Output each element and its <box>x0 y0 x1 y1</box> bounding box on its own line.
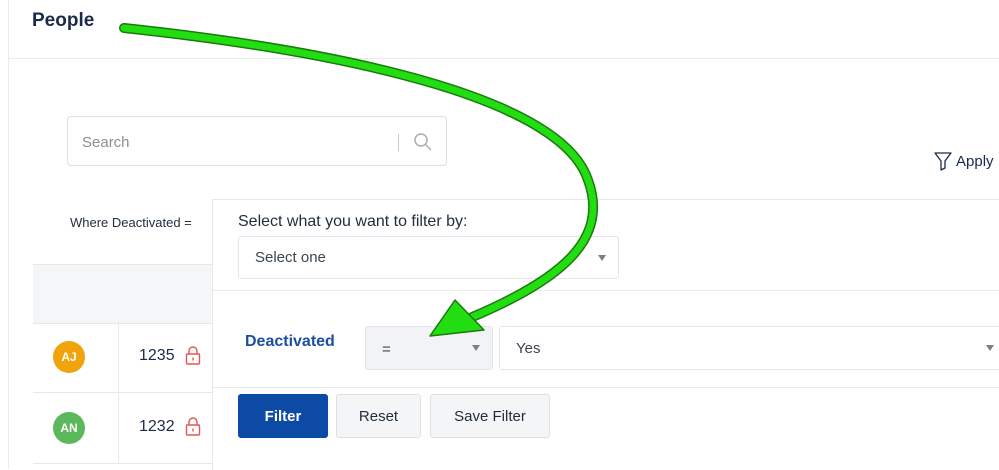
search-input[interactable] <box>82 130 382 154</box>
apply-label: Apply <box>956 152 994 170</box>
person-id: 1232 <box>139 418 175 435</box>
filter-prompt: Select what you want to filter by: <box>238 213 468 230</box>
operator-value: = <box>382 341 391 358</box>
table-header <box>33 264 213 324</box>
person-id: 1235 <box>139 347 175 364</box>
value-select[interactable]: Yes <box>499 326 999 370</box>
column-divider <box>118 393 119 463</box>
column-divider <box>118 322 119 392</box>
page-title: People <box>32 10 95 31</box>
header-divider <box>8 58 999 59</box>
filter-panel: Select what you want to filter by: Selec… <box>212 199 999 470</box>
value-select-value: Yes <box>516 340 541 357</box>
filter-panel-divider <box>213 290 999 291</box>
filter-button[interactable]: Filter <box>238 394 328 438</box>
avatar: AN <box>53 412 85 444</box>
save-filter-button[interactable]: Save Filter <box>430 394 550 438</box>
table-row[interactable]: AJ 1235 <box>33 322 213 393</box>
filter-field-label: Deactivated <box>245 333 335 350</box>
chevron-down-icon <box>986 345 994 351</box>
filter-icon <box>934 152 952 171</box>
operator-select[interactable]: = <box>365 326 493 370</box>
apply-filter-button[interactable]: Apply <box>934 151 994 171</box>
lock-icon <box>185 417 201 436</box>
lock-icon <box>185 346 201 365</box>
active-filter-summary: Where Deactivated = <box>70 215 192 230</box>
search-separator <box>398 134 399 151</box>
filter-field-select-value: Select one <box>255 249 326 266</box>
search-icon[interactable] <box>413 132 433 152</box>
table-row[interactable]: AN 1232 <box>33 393 213 464</box>
avatar: AJ <box>53 341 85 373</box>
filter-field-select[interactable]: Select one <box>238 236 619 279</box>
filter-panel-divider <box>213 387 999 388</box>
search-box[interactable] <box>67 116 447 166</box>
reset-button[interactable]: Reset <box>336 394 421 438</box>
chevron-down-icon <box>598 255 606 261</box>
left-border <box>8 0 9 469</box>
chevron-down-icon <box>472 345 480 351</box>
